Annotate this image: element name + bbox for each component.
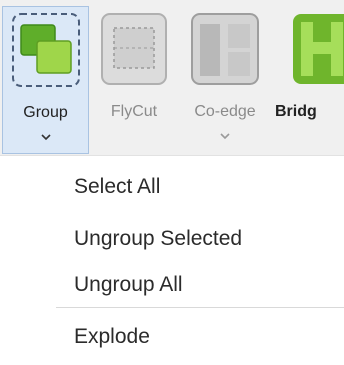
group-icon bbox=[11, 13, 80, 87]
chevron-down-icon[interactable] bbox=[220, 131, 230, 141]
coedge-button-label: Co-edge bbox=[194, 103, 256, 120]
group-button-label: Group bbox=[23, 104, 68, 121]
ribbon-toolbar: Group FlyCut Co-edge Bridg bbox=[0, 0, 344, 156]
menu-separator bbox=[56, 307, 344, 308]
menu-item-select-all[interactable]: Select All bbox=[74, 175, 160, 199]
chevron-down-icon[interactable] bbox=[40, 132, 51, 142]
bridge-icon bbox=[293, 14, 344, 84]
menu-item-ungroup-all[interactable]: Ungroup All bbox=[74, 273, 183, 297]
coedge-icon bbox=[191, 13, 259, 85]
group-button[interactable]: Group bbox=[2, 6, 89, 154]
bridge-button[interactable]: Bridg bbox=[275, 6, 344, 154]
menu-item-ungroup-selected[interactable]: Ungroup Selected bbox=[74, 227, 242, 251]
flycut-button-label: FlyCut bbox=[110, 103, 158, 120]
coedge-button[interactable]: Co-edge bbox=[181, 6, 269, 154]
flycut-button[interactable]: FlyCut bbox=[93, 6, 175, 154]
flycut-icon bbox=[101, 13, 167, 85]
group-dropdown-menu: Select All Ungroup Selected Ungroup All … bbox=[56, 157, 344, 365]
bridge-button-label: Bridg bbox=[275, 103, 317, 120]
menu-item-explode[interactable]: Explode bbox=[74, 325, 150, 349]
